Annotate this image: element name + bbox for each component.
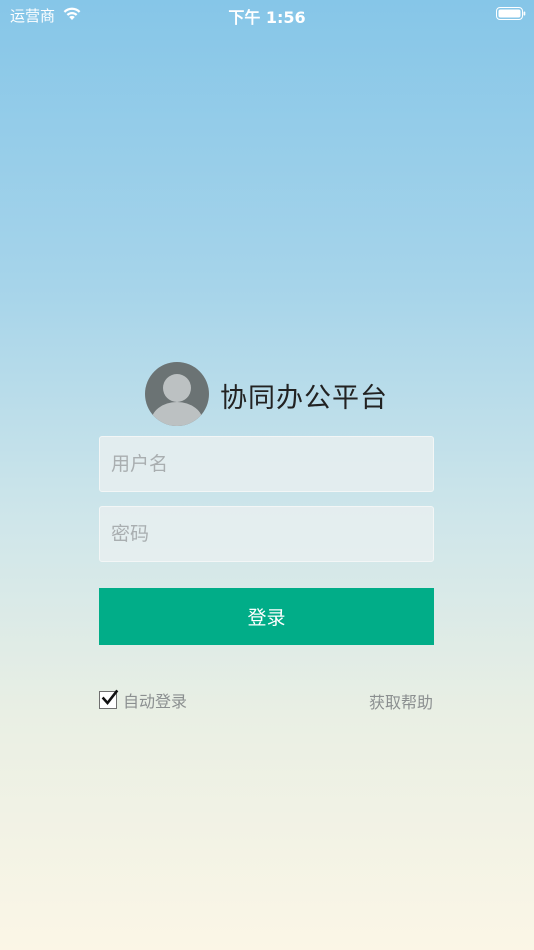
status-time: 下午 1:56 xyxy=(228,8,306,27)
status-bar: 运营商 下午 1:56 xyxy=(0,0,534,28)
avatar-body xyxy=(151,402,203,426)
battery-icon xyxy=(496,7,526,20)
password-input[interactable] xyxy=(99,506,434,562)
app-title: 协同办公平台 xyxy=(220,383,388,414)
login-button[interactable]: 登录 xyxy=(99,588,434,645)
username-input[interactable] xyxy=(99,436,434,492)
help-link[interactable]: 获取帮助 xyxy=(369,689,433,713)
avatar-head xyxy=(163,374,191,402)
check-icon xyxy=(101,689,119,706)
auto-login-option[interactable]: 自动登录 xyxy=(99,689,187,711)
auto-login-label: 自动登录 xyxy=(123,692,188,711)
auto-login-checkbox[interactable] xyxy=(99,689,119,709)
avatar-icon xyxy=(145,362,209,426)
